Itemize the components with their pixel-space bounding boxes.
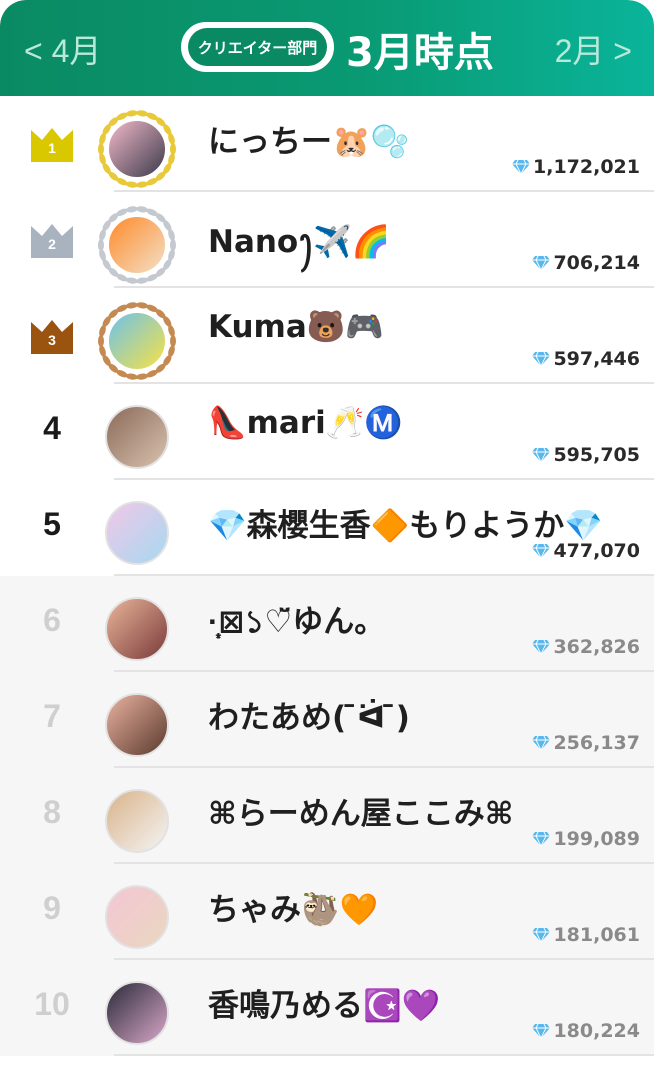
avatar — [107, 311, 167, 371]
avatar-container[interactable] — [96, 972, 178, 1054]
ranking-row[interactable]: 4 👠mari🥂Ⓜ️ 595,705 — [0, 384, 654, 480]
ranking-row[interactable]: 9 ちゃみ🦥🧡 181,061 — [0, 864, 654, 960]
creator-name: 香鳴乃める☪️💜 — [208, 988, 441, 1024]
rank-number: 3 — [48, 332, 56, 348]
rank-number: 2 — [48, 236, 56, 252]
score-value: 706,214 — [553, 252, 640, 274]
next-month-link[interactable]: 2月 > — [555, 26, 632, 72]
avatar-container[interactable] — [96, 492, 178, 574]
row-divider — [114, 1054, 654, 1056]
creator-name: にっちー🐹🫧 — [208, 124, 410, 160]
diamond-icon — [532, 447, 551, 463]
rank-number: 9 — [43, 890, 61, 926]
score: 1,172,021 — [511, 156, 640, 178]
avatar — [105, 981, 169, 1045]
creator-name: 💎森櫻生香🔶もりようか💎 — [208, 508, 603, 544]
diamond-icon — [532, 351, 551, 367]
rank-number: 1 — [48, 140, 56, 156]
avatar-container[interactable] — [96, 204, 178, 286]
score-value: 595,705 — [553, 444, 640, 466]
avatar-container[interactable] — [96, 780, 178, 862]
score: 362,826 — [531, 636, 640, 658]
avatar — [105, 597, 169, 661]
category-label: クリエイター部門 — [188, 28, 327, 66]
diamond-icon — [532, 831, 551, 847]
diamond-icon — [532, 927, 551, 943]
creator-name: 👠mari🥂Ⓜ️ — [208, 405, 403, 441]
diamond-icon — [532, 1023, 551, 1039]
avatar — [105, 885, 169, 949]
creator-name: ·̩͙⊠১♡̆̈ゆん。 — [208, 604, 386, 640]
diamond-icon — [532, 255, 551, 271]
score-value: 1,172,021 — [533, 156, 640, 178]
avatar-container[interactable] — [96, 684, 178, 766]
ranking-row[interactable]: 8 ⌘らーめん屋ここみ⌘ 199,089 — [0, 768, 654, 864]
page-title: 3月時点 — [346, 30, 494, 76]
score-value: 180,224 — [553, 1020, 640, 1042]
avatar — [107, 215, 167, 275]
rank-number: 8 — [43, 794, 61, 830]
score: 180,224 — [531, 1020, 640, 1042]
ranking-row[interactable]: 6 ·̩͙⊠১♡̆̈ゆん。 362,826 — [0, 576, 654, 672]
score-value: 362,826 — [553, 636, 640, 658]
score: 181,061 — [531, 924, 640, 946]
avatar — [105, 501, 169, 565]
score-value: 597,446 — [553, 348, 640, 370]
avatar-container[interactable] — [96, 396, 178, 478]
avatar — [107, 119, 167, 179]
score-value: 477,070 — [553, 540, 640, 562]
score: 595,705 — [531, 444, 640, 466]
avatar — [105, 405, 169, 469]
diamond-icon — [532, 543, 551, 559]
ranking-card: < 4月 クリエイター部門 3月時点 2月 > 1 にっちー🐹🫧 1,172,021… — [0, 0, 654, 1088]
creator-name: Kuma🐻🎮 — [208, 309, 384, 345]
diamond-icon — [532, 735, 551, 751]
rank-number: 10 — [34, 986, 70, 1022]
score: 706,214 — [531, 252, 640, 274]
creator-name: Nanoꫂ✈️🌈 — [208, 224, 391, 260]
diamond-icon — [512, 159, 531, 175]
avatar-container[interactable] — [96, 876, 178, 958]
score: 477,070 — [531, 540, 640, 562]
ranking-row[interactable]: 10 香鳴乃める☪️💜 180,224 — [0, 960, 654, 1056]
score-value: 181,061 — [553, 924, 640, 946]
score: 199,089 — [531, 828, 640, 850]
creator-name: ちゃみ🦥🧡 — [208, 892, 379, 928]
avatar-container[interactable] — [96, 588, 178, 670]
creator-name: ⌘らーめん屋ここみ⌘ — [208, 796, 514, 832]
ranking-row[interactable]: 7 わたあめ( ̄ᐛ ̄) 256,137 — [0, 672, 654, 768]
creator-name: わたあめ( ̄ᐛ ̄) — [208, 700, 410, 736]
ranking-row[interactable]: 5 💎森櫻生香🔶もりようか💎 477,070 — [0, 480, 654, 576]
rank-number: 6 — [43, 602, 61, 638]
avatar-container[interactable] — [96, 300, 178, 382]
score-value: 199,089 — [553, 828, 640, 850]
score-value: 256,137 — [553, 732, 640, 754]
prev-month-link[interactable]: < 4月 — [24, 26, 101, 72]
avatar — [105, 693, 169, 757]
avatar-container[interactable] — [96, 108, 178, 190]
rank-number: 5 — [43, 506, 61, 542]
ranking-row[interactable]: 2 Nanoꫂ✈️🌈 706,214 — [0, 192, 654, 288]
ranking-row[interactable]: 1 にっちー🐹🫧 1,172,021 — [0, 96, 654, 192]
ranking-header: < 4月 クリエイター部門 3月時点 2月 > — [0, 0, 654, 96]
diamond-icon — [532, 639, 551, 655]
rank-number: 4 — [43, 410, 61, 446]
score: 256,137 — [531, 732, 640, 754]
ranking-row[interactable]: 3 Kuma🐻🎮 597,446 — [0, 288, 654, 384]
rank-number: 7 — [43, 698, 61, 734]
avatar — [105, 789, 169, 853]
category-pill: クリエイター部門 — [181, 22, 334, 72]
score: 597,446 — [531, 348, 640, 370]
